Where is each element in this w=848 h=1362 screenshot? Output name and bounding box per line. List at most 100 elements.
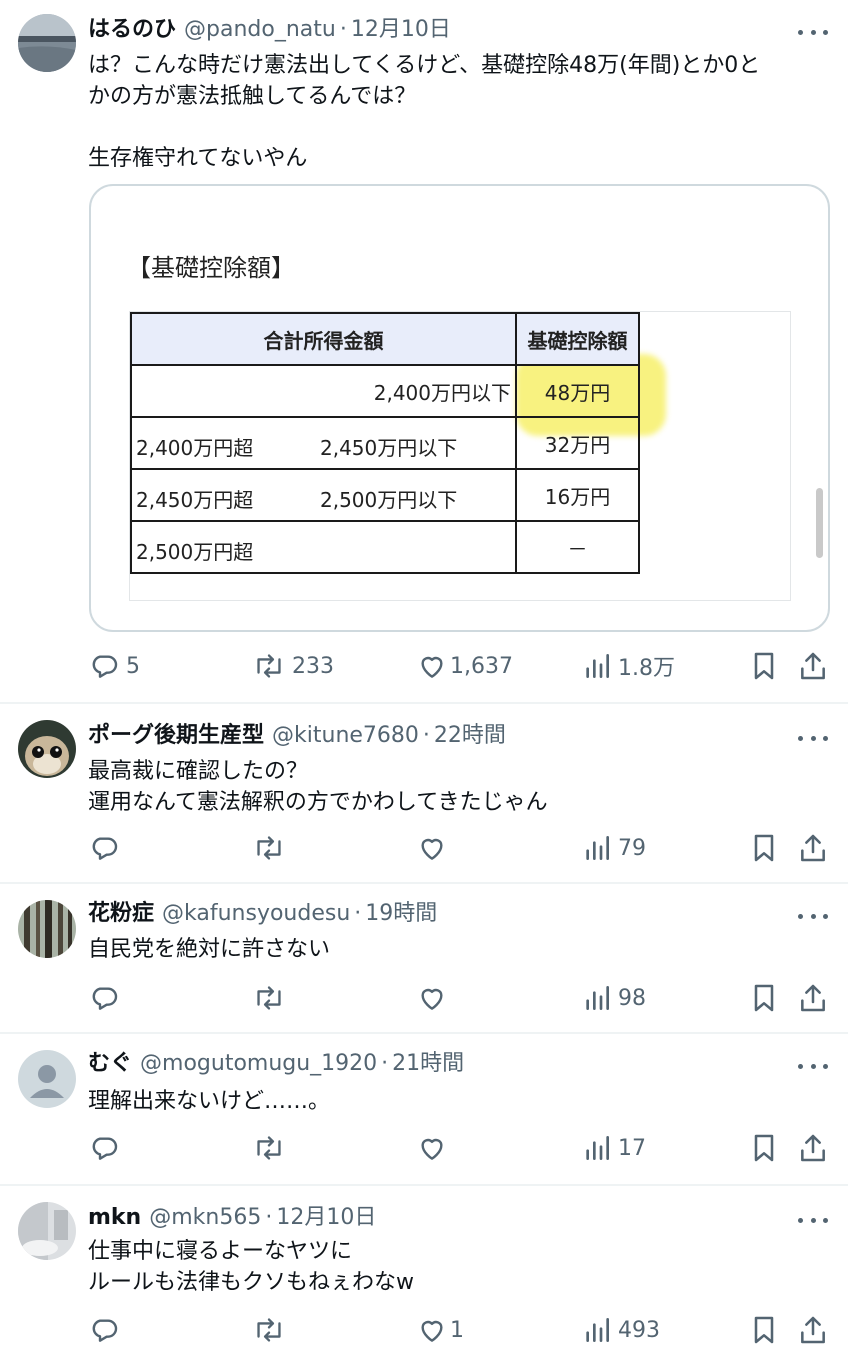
tweet-1[interactable]: はるのひ @pando_natu · 12月10日 は？こんな時だけ憲法出してく…: [0, 0, 848, 702]
tweet-3[interactable]: 花粉症 @kafunsyoudesu · 19時間 自民党を絶対に許さない 98: [0, 884, 848, 1032]
like-button[interactable]: [416, 1128, 454, 1168]
more-options-icon[interactable]: [798, 906, 828, 926]
views-button[interactable]: 1.8万: [582, 646, 675, 686]
display-name[interactable]: ポーグ後期生産型: [88, 725, 264, 747]
table-header-cell: 基礎控除額: [515, 312, 640, 366]
retweet-button[interactable]: [252, 978, 292, 1018]
tweet-text: 仕事中に寝るよーなヤツに ルールも法律もクソもねぇわなw: [88, 1236, 833, 1298]
table-row: 2,500万円超 －: [130, 520, 640, 574]
share-icon: [801, 652, 825, 680]
timestamp[interactable]: 12月10日: [276, 1207, 376, 1229]
display-name[interactable]: はるのひ: [88, 19, 176, 41]
tweet-2[interactable]: ポーグ後期生産型 @kitune7680 · 22時間 最高裁に確認したの？ 運…: [0, 704, 848, 882]
share-icon: [801, 834, 825, 862]
display-name[interactable]: 花粉症: [88, 903, 154, 925]
share-button[interactable]: [798, 1128, 828, 1168]
views-button[interactable]: 98: [582, 978, 646, 1018]
reply-icon: [92, 1319, 118, 1342]
view-count: 17: [618, 1135, 646, 1161]
retweet-icon: [257, 1318, 281, 1342]
more-options-icon[interactable]: [798, 22, 828, 42]
porg-avatar-image: [18, 720, 76, 778]
views-icon: [586, 1318, 610, 1342]
share-button[interactable]: [798, 828, 828, 868]
bookmark-button[interactable]: [750, 646, 778, 686]
bookmark-icon: [754, 834, 774, 862]
bookmark-button[interactable]: [750, 828, 778, 868]
tweet-header: 花粉症 @kafunsyoudesu · 19時間: [88, 896, 437, 932]
views-button[interactable]: 493: [582, 1310, 660, 1350]
tweet-header: むぐ @mogutomugu_1920 · 21時間: [88, 1046, 464, 1082]
share-icon: [801, 1316, 825, 1344]
tweet-5[interactable]: mkn @mkn565 · 12月10日 仕事中に寝るよーなヤツに ルールも法律…: [0, 1186, 848, 1362]
heart-icon: [421, 838, 443, 860]
timestamp[interactable]: 22時間: [434, 725, 506, 747]
range-end: 2,500万円以下: [320, 488, 458, 512]
like-button[interactable]: [416, 978, 454, 1018]
views-button[interactable]: 17: [582, 1128, 646, 1168]
retweet-button[interactable]: [252, 1310, 292, 1350]
range-start: 2,400万円超: [136, 436, 254, 460]
retweet-button[interactable]: 233: [252, 646, 334, 686]
user-handle[interactable]: @kafunsyoudesu: [162, 903, 350, 925]
timestamp[interactable]: 19時間: [365, 903, 437, 925]
avatar[interactable]: [18, 720, 76, 778]
tweet-line: は？こんな時だけ憲法出してくるけど、基礎控除48万(年間)とか0と: [88, 53, 761, 78]
tweet-line: ルールも法律もクソもねぇわなw: [88, 1270, 414, 1295]
user-handle[interactable]: @pando_natu: [184, 19, 336, 41]
gray-avatar-image: [18, 1202, 76, 1260]
tweet-header: mkn @mkn565 · 12月10日: [88, 1200, 376, 1236]
table-cell: 2,400万円以下: [130, 364, 517, 418]
display-name[interactable]: mkn: [88, 1207, 141, 1229]
views-button[interactable]: 79: [582, 828, 646, 868]
range-start: 2,450万円超: [136, 488, 254, 512]
avatar[interactable]: [18, 1050, 76, 1108]
like-button[interactable]: 1,637: [416, 646, 513, 686]
table-cell: 2,400万円超 2,450万円以下: [130, 416, 517, 470]
like-button[interactable]: [416, 828, 454, 868]
table-title: 【基礎控除額】: [127, 254, 295, 282]
bookmark-icon: [754, 1316, 774, 1344]
bookmark-button[interactable]: [750, 1128, 778, 1168]
tweet-line: [88, 112, 833, 143]
bookmark-icon: [754, 984, 774, 1012]
bookmark-icon: [754, 652, 774, 680]
share-button[interactable]: [798, 646, 828, 686]
more-options-icon[interactable]: [798, 1210, 828, 1230]
reply-button[interactable]: 5: [88, 646, 140, 686]
retweet-button[interactable]: [252, 828, 292, 868]
user-handle[interactable]: @kitune7680: [272, 725, 419, 747]
timestamp[interactable]: 21時間: [392, 1053, 464, 1075]
bookmark-button[interactable]: [750, 1310, 778, 1350]
scrollbar[interactable]: [816, 488, 823, 558]
retweet-button[interactable]: [252, 1128, 292, 1168]
avatar[interactable]: [18, 900, 76, 958]
media-image[interactable]: 【基礎控除額】 合計所得金額 基礎控除額 2,400万円以下 48万円 2,40…: [89, 184, 830, 632]
display-name[interactable]: むぐ: [88, 1053, 132, 1075]
views-icon: [586, 986, 610, 1010]
lake-avatar-image: [18, 14, 76, 72]
more-options-icon[interactable]: [798, 1056, 828, 1076]
action-bar: 98: [0, 978, 848, 1018]
tweet-text: 理解出来ないけど……。: [88, 1086, 833, 1117]
user-handle[interactable]: @mkn565: [149, 1207, 261, 1229]
like-button[interactable]: 1: [416, 1310, 464, 1350]
reply-button[interactable]: [88, 1310, 126, 1350]
timestamp[interactable]: 12月10日: [351, 19, 451, 41]
tweet-line: 運用なんて憲法解釈の方でかわしてきたじゃん: [88, 790, 548, 815]
tweet-header: はるのひ @pando_natu · 12月10日: [88, 12, 451, 48]
reply-button[interactable]: [88, 828, 126, 868]
avatar[interactable]: [18, 14, 76, 72]
user-handle[interactable]: @mogutomugu_1920: [140, 1053, 377, 1075]
tweet-4[interactable]: むぐ @mogutomugu_1920 · 21時間 理解出来ないけど……。 1…: [0, 1034, 848, 1184]
avatar[interactable]: [18, 1202, 76, 1260]
share-button[interactable]: [798, 978, 828, 1018]
reply-icon: [92, 987, 118, 1010]
reply-button[interactable]: [88, 978, 126, 1018]
reply-button[interactable]: [88, 1128, 126, 1168]
more-options-icon[interactable]: [798, 728, 828, 748]
separator-dot: ·: [381, 1051, 389, 1076]
view-count: 1.8万: [618, 656, 675, 681]
share-button[interactable]: [798, 1310, 828, 1350]
bookmark-button[interactable]: [750, 978, 778, 1018]
